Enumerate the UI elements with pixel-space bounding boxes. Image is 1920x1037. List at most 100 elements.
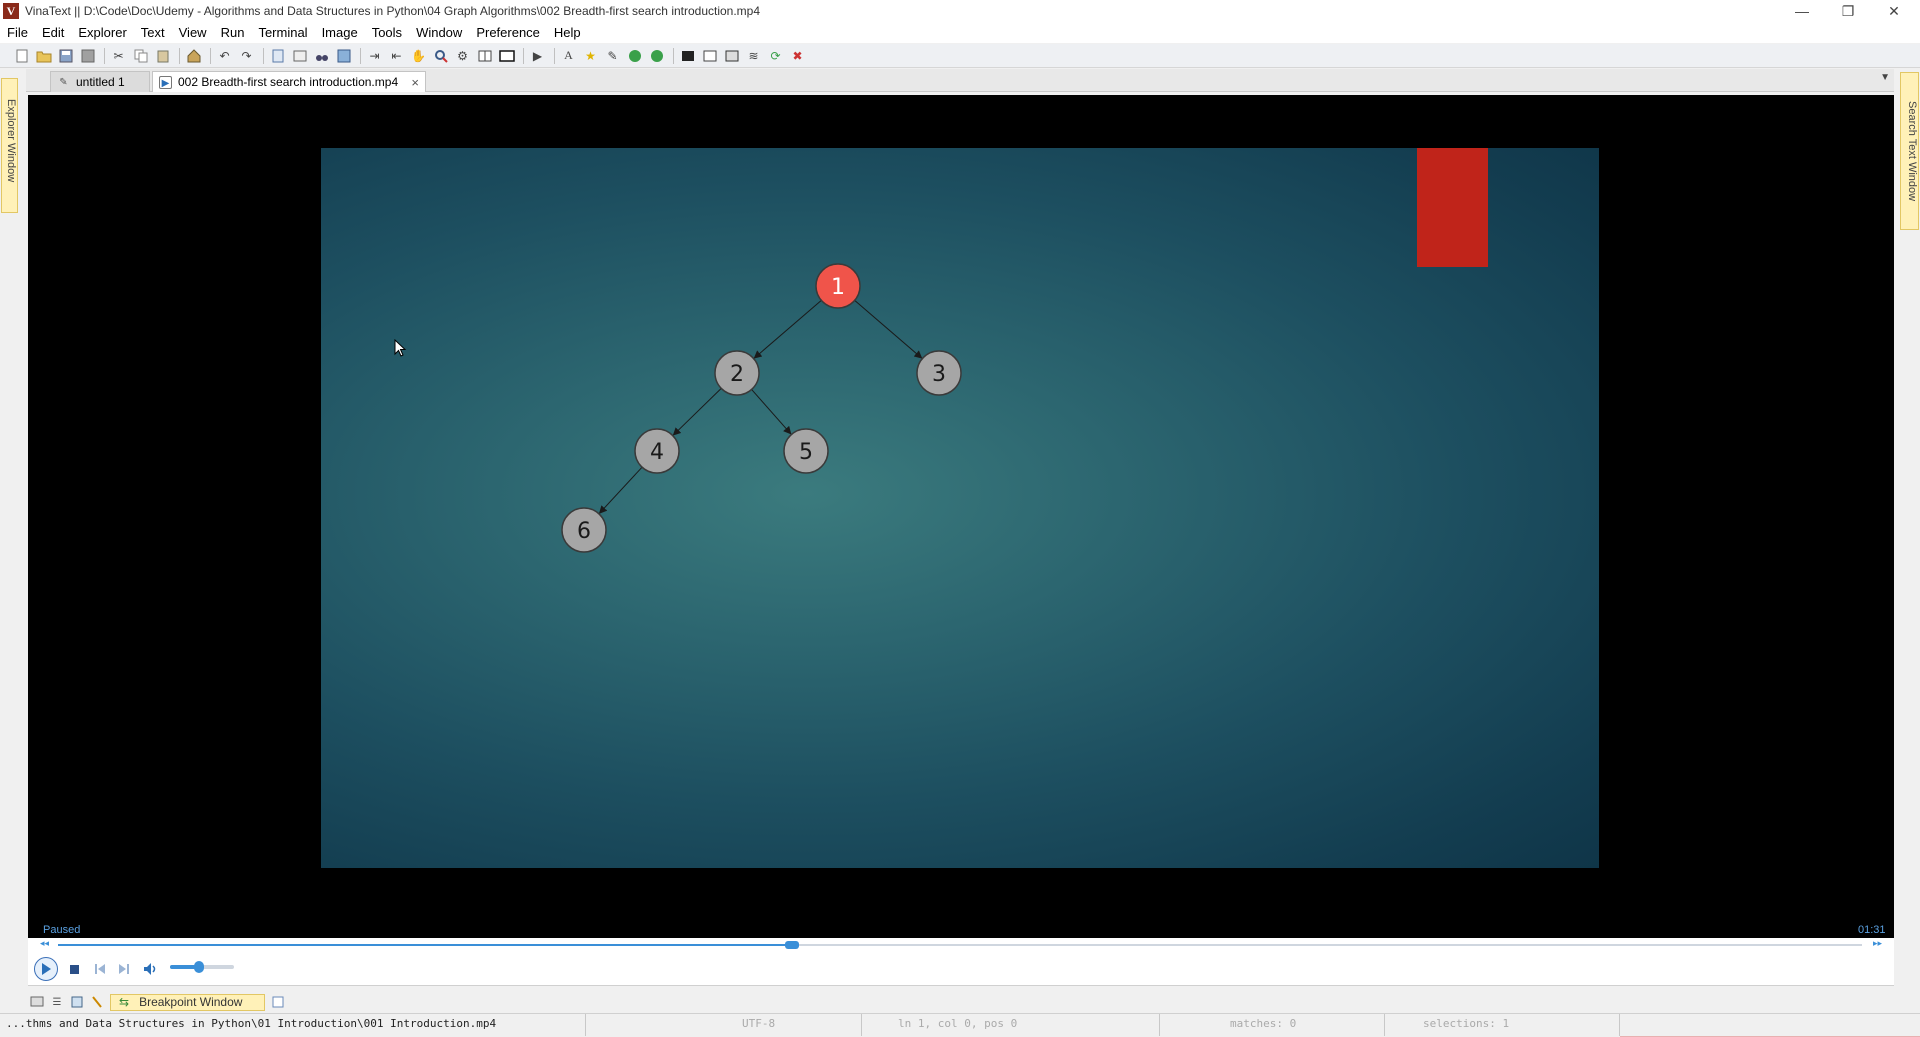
breakpoint-tab-label: Breakpoint Window xyxy=(139,995,243,1009)
font-icon[interactable]: A xyxy=(559,47,578,65)
seek-back-icon[interactable]: ◂◂ xyxy=(40,938,49,949)
menu-help[interactable]: Help xyxy=(547,22,588,43)
pencil-icon: ✎ xyxy=(59,76,68,88)
tab-video-file[interactable]: ▶ 002 Breadth-first search introduction.… xyxy=(152,71,426,92)
menu-run[interactable]: Run xyxy=(214,22,252,43)
playback-controls xyxy=(28,952,1894,986)
explorer-window-tab[interactable]: Explorer Window xyxy=(1,78,18,213)
toolbar-divider xyxy=(360,47,361,64)
tab-untitled-1[interactable]: ✎ untitled 1 xyxy=(50,71,150,92)
volume-handle[interactable] xyxy=(193,961,204,973)
skip-next-icon xyxy=(119,964,129,974)
replace-icon[interactable] xyxy=(334,47,353,65)
skip-previous-icon xyxy=(95,964,105,974)
compare-icon[interactable] xyxy=(700,47,719,65)
close-file-icon[interactable]: ✖ xyxy=(788,47,807,65)
seek-handle[interactable] xyxy=(785,941,800,949)
new-file-icon[interactable] xyxy=(12,47,31,65)
graph-node-label: 4 xyxy=(650,440,664,465)
graph-node-2: 2 xyxy=(714,350,760,396)
toolbar-divider xyxy=(263,47,264,64)
status-file-path: ...thms and Data Structures in Python\01… xyxy=(0,1014,586,1036)
layers-icon[interactable]: ≋ xyxy=(744,47,763,65)
mouse-cursor-icon xyxy=(394,339,407,357)
restore-button[interactable]: ❐ xyxy=(1826,0,1870,22)
refresh-icon[interactable]: ⟳ xyxy=(766,47,785,65)
close-window-button[interactable]: ✕ xyxy=(1872,0,1916,22)
app-logo-icon: V xyxy=(3,3,19,19)
image-edit-icon[interactable] xyxy=(290,47,309,65)
settings-icon[interactable]: ⚙ xyxy=(453,47,472,65)
document-icon[interactable] xyxy=(268,47,287,65)
next-button[interactable] xyxy=(116,958,132,980)
run-icon[interactable]: ▶ xyxy=(528,47,547,65)
indent-icon[interactable]: ⇥ xyxy=(365,47,384,65)
graph-edge-1-3 xyxy=(854,299,923,359)
fullscreen-icon[interactable] xyxy=(497,47,516,65)
undo-icon[interactable]: ↶ xyxy=(215,47,234,65)
speaker-icon xyxy=(144,963,156,975)
list-icon[interactable]: ☰ xyxy=(48,994,66,1010)
go-forward-icon[interactable] xyxy=(647,47,666,65)
bookmark-icon[interactable] xyxy=(68,994,86,1010)
menu-preference[interactable]: Preference xyxy=(469,22,547,43)
outdent-icon[interactable]: ⇤ xyxy=(387,47,406,65)
binoculars-icon[interactable] xyxy=(312,47,331,65)
previous-button[interactable] xyxy=(92,958,108,980)
terminal-icon[interactable] xyxy=(678,47,697,65)
menu-image[interactable]: Image xyxy=(315,22,365,43)
paste-icon[interactable] xyxy=(153,47,172,65)
search-error-icon[interactable] xyxy=(431,47,450,65)
brush-icon[interactable]: ✎ xyxy=(603,47,622,65)
close-tab-icon[interactable]: × xyxy=(411,75,419,90)
graph-node-3: 3 xyxy=(916,350,962,396)
menu-explorer[interactable]: Explorer xyxy=(71,22,133,43)
star-icon[interactable]: ★ xyxy=(581,47,600,65)
hand-icon[interactable]: ✋ xyxy=(409,47,428,65)
menu-terminal[interactable]: Terminal xyxy=(251,22,314,43)
toolbar-divider xyxy=(210,47,211,64)
stop-button[interactable] xyxy=(66,958,82,980)
volume-slider[interactable] xyxy=(170,961,234,973)
split-view-icon[interactable] xyxy=(475,47,494,65)
notes-icon[interactable] xyxy=(269,994,287,1010)
graph-node-6: 6 xyxy=(561,507,607,553)
seek-track[interactable] xyxy=(58,941,1862,949)
cut-icon[interactable]: ✂ xyxy=(109,47,128,65)
seek-progress xyxy=(58,944,793,946)
graph-node-label: 6 xyxy=(577,519,591,544)
seek-bar[interactable]: ◂◂ ▸▸ xyxy=(28,938,1894,952)
search-text-window-tab[interactable]: Search Text Window xyxy=(1900,72,1919,230)
seek-forward-icon[interactable]: ▸▸ xyxy=(1873,938,1882,949)
menu-text[interactable]: Text xyxy=(134,22,172,43)
mute-button[interactable] xyxy=(142,958,160,980)
tab-list-dropdown-icon[interactable]: ▼ xyxy=(1880,72,1890,83)
status-selections: selections: 1 xyxy=(1385,1014,1620,1036)
minimize-button[interactable]: — xyxy=(1780,0,1824,22)
graph-node-label: 5 xyxy=(799,440,813,465)
save-icon[interactable] xyxy=(56,47,75,65)
menu-window[interactable]: Window xyxy=(409,22,469,43)
menu-file[interactable]: File xyxy=(0,22,35,43)
status-matches: matches: 0 xyxy=(1160,1014,1385,1036)
status-bar: ...thms and Data Structures in Python\01… xyxy=(0,1013,1920,1037)
copy-icon[interactable] xyxy=(131,47,150,65)
toolbar-divider xyxy=(554,47,555,64)
debug-icon[interactable] xyxy=(88,994,106,1010)
save-all-icon[interactable] xyxy=(78,47,97,65)
home-icon[interactable] xyxy=(184,47,203,65)
go-back-icon[interactable] xyxy=(625,47,644,65)
play-button[interactable] xyxy=(34,957,58,981)
open-folder-icon[interactable] xyxy=(34,47,53,65)
menu-edit[interactable]: Edit xyxy=(35,22,71,43)
video-player[interactable]: 1 2 3 4 5 6 xyxy=(28,95,1894,938)
redo-icon[interactable]: ↷ xyxy=(237,47,256,65)
toolbar-divider xyxy=(673,47,674,64)
window-icon[interactable] xyxy=(722,47,741,65)
breakpoint-window-tab[interactable]: ⇆ Breakpoint Window xyxy=(110,993,266,1011)
output-icon[interactable] xyxy=(28,994,46,1010)
menu-view[interactable]: View xyxy=(172,22,214,43)
menu-tools[interactable]: Tools xyxy=(365,22,409,43)
tab-label: untitled 1 xyxy=(76,75,125,89)
status-cursor-position: ln 1, col 0, pos 0 xyxy=(862,1014,1160,1036)
